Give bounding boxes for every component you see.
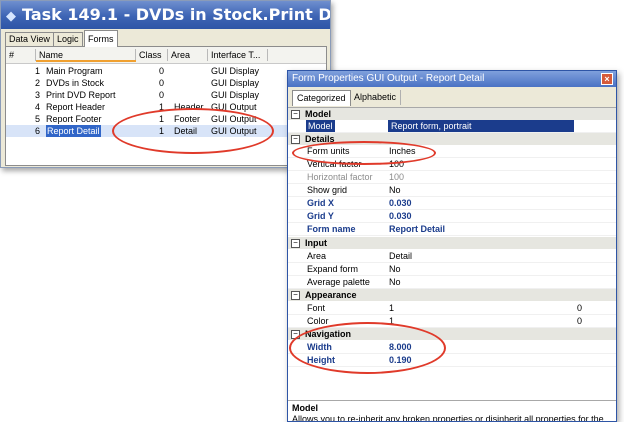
annotation-ellipse-form-units — [292, 141, 436, 165]
tab-data-view[interactable]: Data View — [5, 32, 54, 46]
prop-name: Show grid — [307, 185, 348, 195]
prop-row-grid-y[interactable]: Grid Y 0.030 — [288, 210, 616, 223]
prop-value[interactable]: No — [389, 276, 401, 288]
cell-itype: GUI Display — [211, 78, 260, 88]
cell-cls: 0 — [158, 90, 164, 100]
cell-num: 3 — [34, 90, 40, 100]
prop-value[interactable]: No — [389, 263, 401, 275]
cell-name: Report Detail — [46, 125, 101, 137]
section-label: Appearance — [305, 290, 357, 300]
annotation-ellipse-navigation — [289, 322, 446, 374]
props-title: Form Properties GUI Output - Report Deta… — [292, 73, 485, 84]
prop-name: Expand form — [307, 264, 359, 274]
prop-name: Font — [307, 303, 326, 313]
prop-name: Form name — [307, 224, 356, 234]
prop-row-grid-x[interactable]: Grid X 0.030 — [288, 197, 616, 210]
prop-value[interactable]: Detail — [389, 250, 412, 262]
prop-extra-value: 0 — [577, 303, 583, 313]
collapse-icon[interactable]: − — [291, 135, 300, 144]
close-button[interactable]: × — [601, 73, 613, 85]
section-appearance[interactable]: − Appearance — [288, 289, 616, 301]
tab-alphabetic[interactable]: Alphabetic — [350, 90, 402, 105]
section-input[interactable]: − Input — [288, 237, 616, 249]
prop-value[interactable]: 0.030 — [389, 197, 412, 209]
props-tabs: Categorized Alphabetic — [288, 87, 616, 108]
section-label: Model — [305, 109, 331, 119]
table-row[interactable]: 2 DVDs in Stock 0 GUI Display — [6, 77, 326, 89]
task-app-icon: ◆ — [6, 9, 16, 24]
prop-row-area[interactable]: Area Detail — [288, 250, 616, 263]
cell-name: Main Program — [46, 66, 103, 76]
prop-name: Average palette — [307, 277, 370, 287]
cell-name: Report Footer — [46, 114, 102, 124]
description-pane: Model Allows you to re-inherit any broke… — [288, 400, 616, 421]
cell-num: 2 — [34, 78, 40, 88]
prop-name: Area — [307, 251, 327, 261]
cell-name: Print DVD Report — [46, 90, 116, 100]
col-header-number[interactable]: # — [6, 49, 36, 61]
prop-extra-value: 0 — [577, 316, 583, 326]
props-titlebar[interactable]: Form Properties GUI Output - Report Deta… — [288, 71, 616, 87]
prop-value[interactable]: 1 — [389, 302, 394, 314]
prop-name: Grid Y — [307, 211, 334, 221]
prop-row-form-name[interactable]: Form name Report Detail — [288, 223, 616, 236]
prop-row-expand-form[interactable]: Expand form No — [288, 263, 616, 276]
prop-name: Grid X — [307, 198, 335, 208]
annotation-ellipse-output-forms — [112, 108, 274, 154]
prop-name: Model — [306, 120, 335, 132]
name-column-sort-indicator — [36, 60, 136, 62]
prop-row-horizontal-factor: Horizontal factor 100 — [288, 171, 616, 184]
prop-row-model[interactable]: Model Report form, portrait — [288, 120, 616, 133]
task-title: Task 149.1 - DVDs in Stock.Print DVD — [22, 5, 331, 24]
cell-itype: GUI Display — [211, 66, 260, 76]
prop-name: Horizontal factor — [307, 172, 373, 182]
prop-row-show-grid[interactable]: Show grid No — [288, 184, 616, 197]
cell-cls: 0 — [158, 66, 164, 76]
collapse-icon[interactable]: − — [291, 239, 300, 248]
tab-categorized[interactable]: Categorized — [292, 90, 351, 106]
cell-name: Report Header — [46, 102, 106, 112]
section-model[interactable]: − Model — [288, 108, 616, 120]
collapse-icon[interactable]: − — [291, 291, 300, 300]
prop-row-font[interactable]: Font 1 0 — [288, 302, 616, 315]
description-title: Model — [292, 403, 318, 413]
cell-cls: 0 — [158, 78, 164, 88]
prop-row-average-palette[interactable]: Average palette No — [288, 276, 616, 289]
col-header-class[interactable]: Class — [136, 49, 168, 61]
cell-name: DVDs in Stock — [46, 78, 105, 88]
prop-value[interactable]: Report form, portrait — [388, 120, 574, 132]
table-row[interactable]: 1 Main Program 0 GUI Display — [6, 65, 326, 77]
col-header-area[interactable]: Area — [168, 49, 208, 61]
tab-forms[interactable]: Forms — [84, 30, 118, 47]
cell-num: 1 — [34, 66, 40, 76]
cell-num: 4 — [34, 102, 40, 112]
col-header-interface-type[interactable]: Interface T... — [208, 49, 268, 61]
prop-value[interactable]: 0.030 — [389, 210, 412, 222]
task-titlebar[interactable]: ◆ Task 149.1 - DVDs in Stock.Print DVD — [1, 1, 331, 29]
cell-num: 5 — [34, 114, 40, 124]
tab-logic[interactable]: Logic — [53, 32, 83, 46]
section-label: Input — [305, 238, 327, 248]
prop-value[interactable]: No — [389, 184, 401, 196]
prop-value[interactable]: Report Detail — [389, 223, 445, 235]
cell-num: 6 — [34, 126, 40, 136]
prop-value: 100 — [389, 172, 405, 182]
table-row[interactable]: 3 Print DVD Report 0 GUI Display — [6, 89, 326, 101]
grid-header: # Name Class Area Interface T... — [6, 47, 326, 64]
collapse-icon[interactable]: − — [291, 110, 300, 119]
cell-itype: GUI Display — [211, 90, 260, 100]
